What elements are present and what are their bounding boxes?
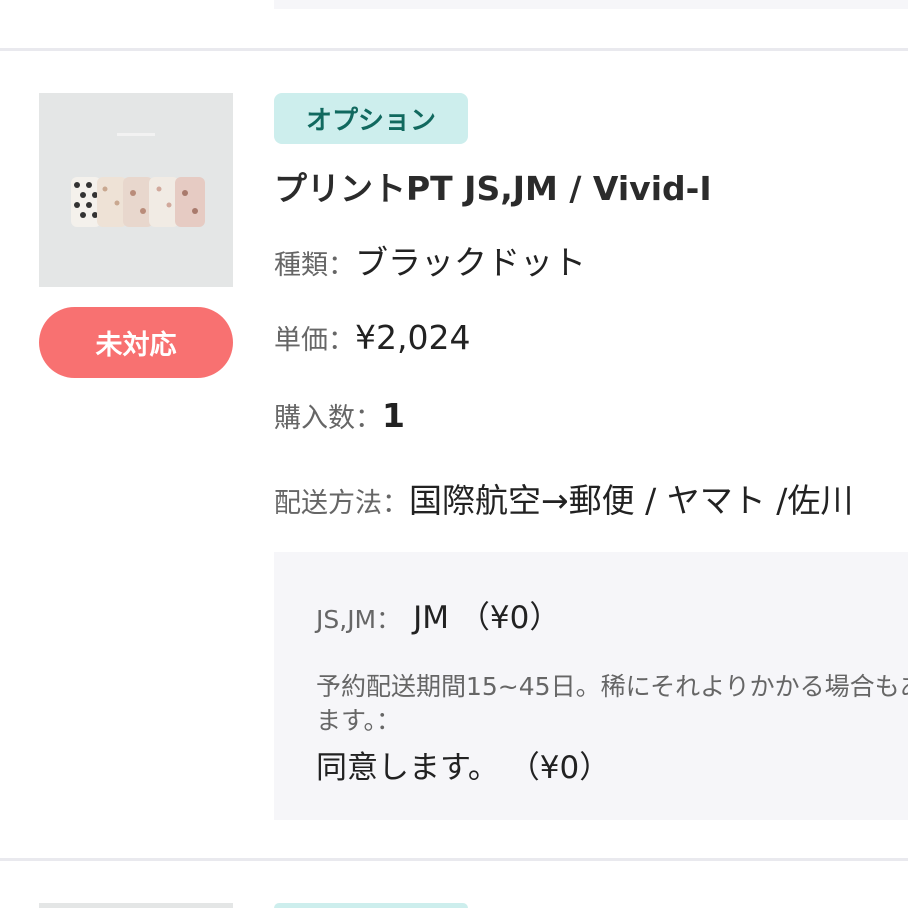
option-value: 同意します。 （¥0） <box>316 750 611 786</box>
field-value: 1 <box>382 396 405 435</box>
previous-item-option-box <box>274 0 908 9</box>
field-quantity: 購入数： 1 <box>274 396 405 435</box>
next-item-tag <box>274 903 468 908</box>
field-type: 種類： ブラックドット <box>274 236 586 284</box>
item-divider <box>0 858 908 861</box>
next-item-thumbnail[interactable] <box>39 903 233 908</box>
product-thumbnail[interactable] <box>39 93 233 287</box>
option-label: JS,JM： <box>316 605 402 634</box>
field-shipping-method: 配送方法： 国際航空→郵便 / ヤマト /佐川 <box>274 474 853 522</box>
field-label: 単価： <box>274 325 355 356</box>
field-value: ブラックドット <box>355 243 586 282</box>
option-label: 予約配送期間15~45日。稀にそれよりかかる場合もあります。： <box>316 672 908 735</box>
options-panel: JS,JM： JM （¥0） 予約配送期間15~45日。稀にそれよりかかる場合も… <box>274 552 908 820</box>
field-label: 配送方法： <box>274 488 409 519</box>
option-value: JM （¥0） <box>413 600 561 636</box>
item-divider <box>0 48 908 51</box>
field-unit-price: 単価： ¥2,024 <box>274 318 470 357</box>
field-label: 種類： <box>274 250 355 281</box>
field-value: ¥2,024 <box>355 318 471 357</box>
option-tag: オプション <box>274 93 468 144</box>
status-button[interactable]: 未対応 <box>39 307 233 378</box>
field-value: 国際航空→郵便 / ヤマト /佐川 <box>409 481 854 520</box>
field-label: 購入数： <box>274 403 382 434</box>
product-title: プリントPT JS,JM / Vivid-I <box>274 169 712 208</box>
option-size: JS,JM： JM （¥0） <box>316 592 560 637</box>
product-photo-icon <box>39 93 233 287</box>
